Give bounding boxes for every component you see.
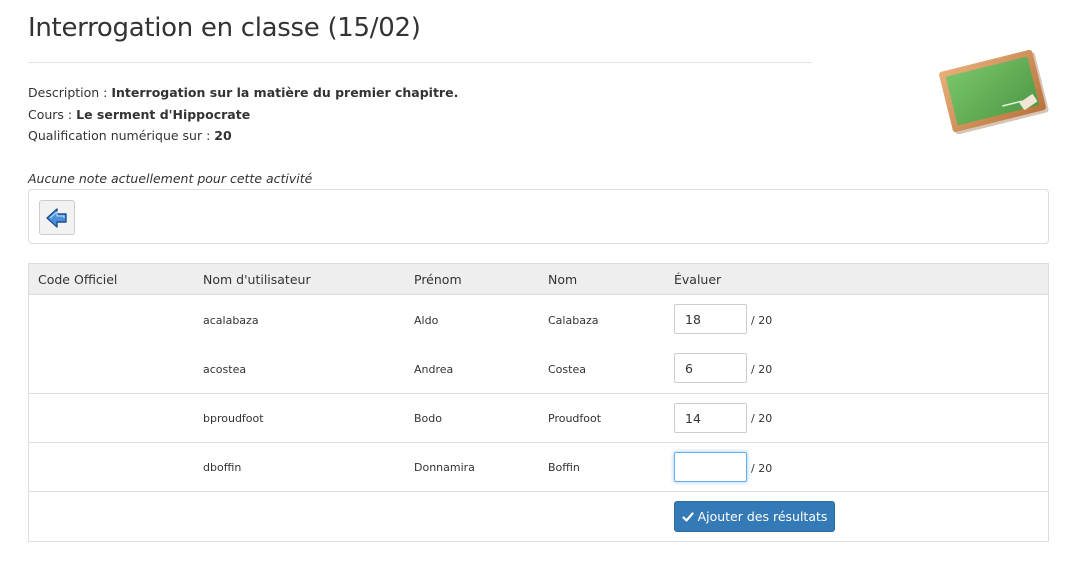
header-code[interactable]: Code Officiel: [38, 272, 117, 287]
qualification-line: Qualification numérique sur : 20: [28, 128, 232, 143]
grade-max: / 20: [751, 462, 773, 475]
back-button[interactable]: [39, 200, 75, 235]
cell-last-name: Costea: [548, 363, 586, 376]
grades-table: Code Officiel Nom d'utilisateur Prénom N…: [28, 263, 1049, 542]
description-value: Interrogation sur la matière du premier …: [111, 85, 459, 100]
actions-toolbar: [28, 189, 1049, 244]
grade-input-focused[interactable]: [674, 452, 747, 482]
cell-username: dboffin: [203, 461, 242, 474]
course-label: Cours :: [28, 107, 77, 122]
grade-input[interactable]: [674, 353, 747, 383]
cell-username: bproudfoot: [203, 412, 264, 425]
row-divider: [29, 393, 1048, 394]
header-evaluate: Évaluer: [674, 272, 722, 287]
cell-first-name: Donnamira: [414, 461, 475, 474]
grade-input[interactable]: [674, 403, 747, 433]
description-label: Description :: [28, 85, 112, 100]
cell-first-name: Bodo: [414, 412, 442, 425]
page-title: Interrogation en classe (15/02): [28, 13, 421, 43]
grade-max: / 20: [751, 412, 773, 425]
header-last-name[interactable]: Nom: [548, 272, 577, 287]
description-line: Description : Interrogation sur la matiè…: [28, 85, 458, 100]
cell-last-name: Calabaza: [548, 314, 599, 327]
row-divider: [29, 491, 1048, 492]
qualification-value: 20: [214, 128, 232, 143]
row-divider: [29, 442, 1048, 443]
cell-username: acalabaza: [203, 314, 259, 327]
header-first-name[interactable]: Prénom: [414, 272, 462, 287]
grade-max: / 20: [751, 363, 773, 376]
cell-first-name: Aldo: [414, 314, 439, 327]
title-divider: [28, 62, 812, 63]
cell-username: acostea: [203, 363, 247, 376]
grade-max: / 20: [751, 314, 773, 327]
course-value: Le serment d'Hippocrate: [76, 107, 251, 122]
add-results-button[interactable]: Ajouter des résultats: [674, 501, 835, 532]
add-results-label: Ajouter des résultats: [697, 509, 828, 524]
chalkboard-icon: [939, 49, 1049, 134]
course-line: Cours : Le serment d'Hippocrate: [28, 107, 250, 122]
cell-last-name: Proudfoot: [548, 412, 602, 425]
no-grade-notice: Aucune note actuellement pour cette acti…: [28, 171, 313, 186]
back-arrow-icon: [46, 207, 67, 228]
header-username[interactable]: Nom d'utilisateur: [203, 272, 311, 287]
grade-input[interactable]: [674, 304, 747, 334]
qualification-label: Qualification numérique sur :: [28, 128, 215, 143]
check-icon: [681, 511, 694, 522]
cell-first-name: Andrea: [414, 363, 454, 376]
table-header: Code Officiel Nom d'utilisateur Prénom N…: [29, 264, 1048, 295]
cell-last-name: Boffin: [548, 461, 580, 474]
